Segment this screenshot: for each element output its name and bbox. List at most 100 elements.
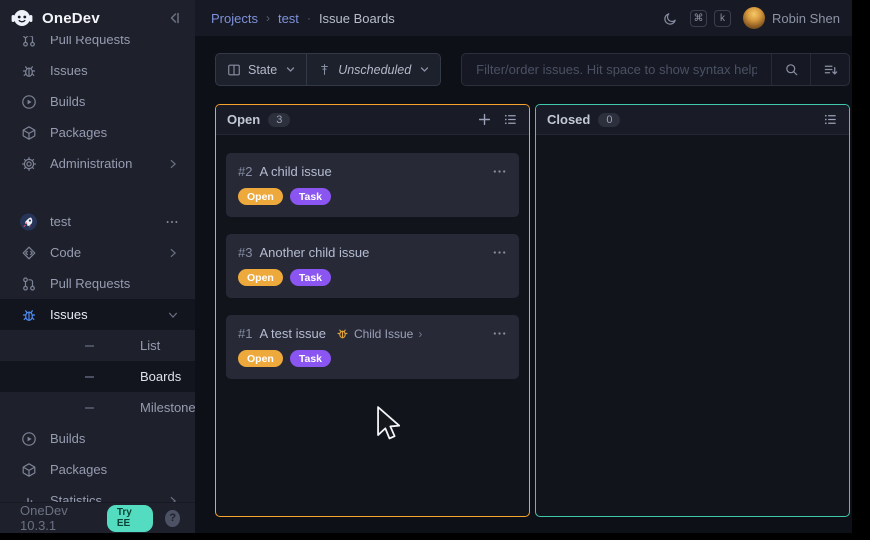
sidebar-item-project-builds[interactable]: Builds — [0, 423, 195, 454]
topbar-actions: ⌘ k Robin Shen — [663, 0, 852, 36]
iteration-dropdown-button[interactable]: Unscheduled — [306, 54, 440, 85]
brand-name: OneDev — [42, 10, 157, 27]
column-actions — [823, 112, 838, 127]
chevron-right-icon: › — [418, 327, 422, 341]
breadcrumb-projects-link[interactable]: Projects — [211, 11, 258, 26]
sidebar-admin-menu: Pull Requests Issues Buil — [0, 36, 195, 179]
code-icon — [20, 245, 37, 261]
sidebar-item-issues[interactable]: Issues — [0, 55, 195, 86]
linked-issue-bug-icon — [336, 327, 349, 340]
brand-area: OneDev — [0, 0, 195, 36]
sort-order-icon — [823, 62, 838, 77]
issue-card-2[interactable]: #2 A child issue Open Task — [226, 153, 519, 217]
sidebar-item-pull-requests[interactable]: Pull Requests — [0, 36, 195, 55]
topbar: OneDev Projects › test · Issue Boards ⌘ … — [0, 0, 852, 36]
issue-title[interactable]: A child issue — [259, 164, 331, 179]
project-menu-ellipsis-icon[interactable] — [165, 215, 179, 229]
breadcrumb-separator: › — [266, 11, 270, 25]
play-circle-icon — [20, 94, 37, 110]
issue-number: #3 — [238, 245, 252, 260]
try-ee-badge[interactable]: Try EE — [107, 505, 154, 532]
board-toolbar-group: State Unscheduled — [215, 53, 441, 86]
package-icon — [20, 125, 37, 141]
issue-number: #1 — [238, 326, 252, 341]
card-menu-ellipsis-icon[interactable] — [492, 326, 507, 341]
help-button[interactable]: ? — [165, 510, 180, 527]
play-circle-icon — [20, 431, 37, 447]
add-issue-icon[interactable] — [477, 112, 492, 127]
chevron-down-icon — [167, 309, 179, 321]
issue-labels: Open Task — [238, 350, 507, 367]
chevron-down-icon — [286, 65, 295, 74]
column-title: Open — [227, 112, 260, 127]
type-badge-task: Task — [290, 269, 331, 286]
column-list-icon[interactable] — [503, 112, 518, 127]
dash-icon — [85, 345, 94, 347]
breadcrumb-project-link[interactable]: test — [278, 11, 299, 26]
issue-card-1[interactable]: #1 A test issue Child Issue — [226, 315, 519, 379]
column-actions — [477, 112, 518, 127]
onedev-app: OneDev Projects › test · Issue Boards ⌘ … — [0, 0, 852, 533]
breadcrumb: Projects › test · Issue Boards — [195, 0, 663, 36]
pull-request-icon — [20, 276, 37, 292]
dark-mode-icon[interactable] — [663, 11, 678, 26]
type-badge-task: Task — [290, 350, 331, 367]
version-label: OneDev 10.3.1 — [20, 503, 95, 533]
chevron-right-icon — [167, 247, 179, 259]
kanban-icon — [227, 63, 241, 77]
issue-labels: Open Task — [238, 188, 507, 205]
sidebar-item-administration[interactable]: Administration — [0, 148, 195, 179]
sidebar-item-issues-milestones[interactable]: Milestones — [0, 392, 195, 423]
sidebar-item-project-test[interactable]: test — [0, 206, 195, 237]
sidebar-item-project-pull-requests[interactable]: Pull Requests — [0, 268, 195, 299]
user-name[interactable]: Robin Shen — [772, 11, 840, 26]
child-issue-link-label: Child Issue — [354, 327, 413, 341]
sidebar-collapse-icon[interactable] — [166, 10, 182, 26]
state-badge-open: Open — [238, 269, 283, 286]
order-button[interactable] — [810, 54, 849, 85]
card-menu-ellipsis-icon[interactable] — [492, 164, 507, 179]
user-avatar[interactable] — [743, 7, 765, 29]
column-title: Closed — [547, 112, 590, 127]
column-open-header: Open 3 — [216, 105, 529, 135]
sidebar-item-issues-boards[interactable]: Boards — [0, 361, 195, 392]
column-list-icon[interactable] — [823, 112, 838, 127]
sidebar-item-issues-list[interactable]: List — [0, 330, 195, 361]
state-badge-open: Open — [238, 188, 283, 205]
rocket-project-icon — [20, 213, 37, 231]
shortcut-k-key: k — [714, 10, 731, 27]
filter-input[interactable] — [462, 54, 771, 85]
search-button[interactable] — [771, 54, 810, 85]
issue-number: #2 — [238, 164, 252, 179]
breadcrumb-current-page: Issue Boards — [319, 11, 395, 26]
sidebar-item-builds[interactable]: Builds — [0, 86, 195, 117]
column-count-badge: 0 — [598, 113, 620, 127]
issue-card-3[interactable]: #3 Another child issue Open Task — [226, 234, 519, 298]
shortcut-cmd-key: ⌘ — [690, 10, 707, 27]
bug-icon — [20, 307, 37, 323]
dash-icon — [85, 376, 94, 378]
chevron-down-icon — [420, 65, 429, 74]
sidebar: Pull Requests Issues Buil — [0, 36, 195, 533]
card-menu-ellipsis-icon[interactable] — [492, 245, 507, 260]
search-icon — [784, 62, 799, 77]
issue-title[interactable]: Another child issue — [259, 245, 369, 260]
issue-title[interactable]: A test issue — [259, 326, 325, 341]
type-badge-task: Task — [290, 188, 331, 205]
breadcrumb-separator: · — [307, 11, 311, 25]
sidebar-item-project-issues[interactable]: Issues — [0, 299, 195, 330]
column-closed-body — [536, 135, 849, 516]
package-icon — [20, 462, 37, 478]
child-issue-link[interactable]: Child Issue › — [336, 327, 422, 341]
bug-icon — [20, 63, 37, 79]
sidebar-footer: OneDev 10.3.1 Try EE ? — [0, 503, 195, 533]
state-badge-open: Open — [238, 350, 283, 367]
sidebar-item-project-packages[interactable]: Packages — [0, 454, 195, 485]
state-dropdown-button[interactable]: State — [216, 54, 306, 85]
sidebar-item-packages[interactable]: Packages — [0, 117, 195, 148]
issue-toolbar: State Unscheduled — [215, 53, 850, 86]
sidebar-project-menu: test Code — [0, 206, 195, 516]
column-open-body: #2 A child issue Open Task — [216, 135, 529, 516]
sidebar-item-code[interactable]: Code — [0, 237, 195, 268]
filter-bar — [461, 53, 850, 86]
